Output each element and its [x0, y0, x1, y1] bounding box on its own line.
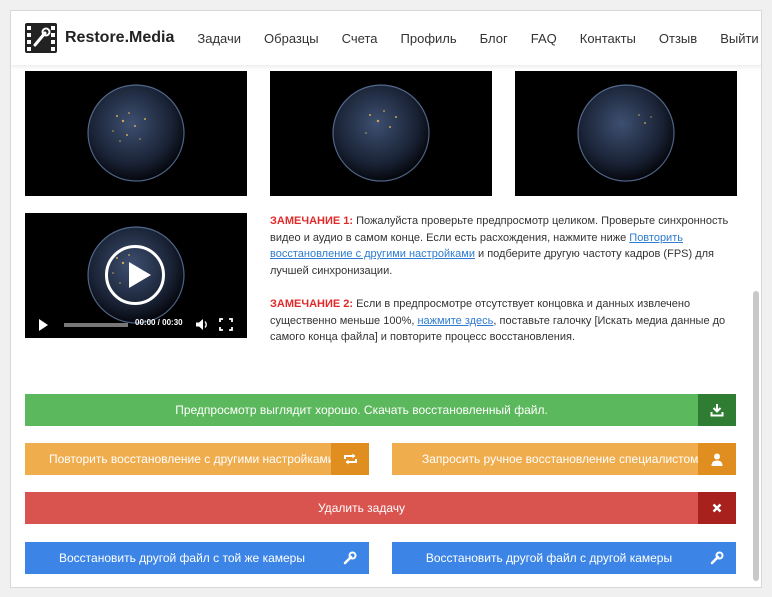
- note-1-label: ЗАМЕЧАНИЕ 1:: [270, 215, 354, 227]
- volume-icon[interactable]: [195, 318, 209, 331]
- manual-recovery-button[interactable]: Запросить ручное восстановление специали…: [392, 443, 736, 475]
- download-icon: [698, 394, 736, 426]
- manual-recovery-button-label: Запросить ручное восстановление специали…: [422, 452, 698, 466]
- video-player[interactable]: 00:00 / 00:30: [25, 213, 247, 338]
- nav-item-blog[interactable]: Блог: [480, 31, 508, 46]
- wrench-icon: [331, 542, 369, 574]
- wrench-icon: [698, 542, 736, 574]
- retry-button-label: Повторить восстановление с другими настр…: [49, 452, 331, 466]
- nav-item-invoices[interactable]: Счета: [342, 31, 378, 46]
- nav-item-contacts[interactable]: Контакты: [580, 31, 636, 46]
- play-icon[interactable]: [105, 245, 165, 305]
- notes-block: ЗАМЕЧАНИЕ 1: Пожалуйста проверьте предпр…: [270, 213, 740, 363]
- preview-thumbnail-1[interactable]: [25, 71, 247, 196]
- close-icon: [698, 492, 736, 524]
- retry-button[interactable]: Повторить восстановление с другими настр…: [25, 443, 369, 475]
- other-camera-button[interactable]: Восстановить другой файл с другой камеры: [392, 542, 736, 574]
- video-time: 00:00 / 00:30: [135, 318, 183, 327]
- note-2-label: ЗАМЕЧАНИЕ 2:: [270, 298, 354, 310]
- brand-name: Restore.Media: [65, 29, 175, 46]
- click-here-link[interactable]: нажмите здесь: [417, 315, 493, 327]
- same-camera-button-label: Восстановить другой файл с той же камеры: [59, 551, 305, 565]
- nav-item-faq[interactable]: FAQ: [531, 31, 557, 46]
- scrollbar[interactable]: [753, 291, 759, 581]
- nav-item-feedback[interactable]: Отзыв: [659, 31, 697, 46]
- film-wrench-icon: [25, 23, 57, 53]
- download-button[interactable]: Предпросмотр выглядит хорошо. Скачать во…: [25, 394, 736, 426]
- download-button-label: Предпросмотр выглядит хорошо. Скачать во…: [175, 403, 548, 417]
- repeat-icon: [331, 443, 369, 475]
- main-nav: Задачи Образцы Счета Профиль Блог FAQ Ко…: [174, 31, 758, 46]
- delete-task-button-label: Удалить задачу: [318, 501, 405, 515]
- play-control-icon[interactable]: [39, 319, 48, 331]
- app-window: Restore.Media Задачи Образцы Счета Профи…: [10, 10, 762, 588]
- preview-thumbnail-3[interactable]: [515, 71, 737, 196]
- preview-thumbnail-2[interactable]: [270, 71, 492, 196]
- nav-item-profile[interactable]: Профиль: [401, 31, 457, 46]
- user-icon: [698, 443, 736, 475]
- nav-item-tasks[interactable]: Задачи: [197, 31, 241, 46]
- nav-item-samples[interactable]: Образцы: [264, 31, 319, 46]
- top-header: Restore.Media Задачи Образцы Счета Профи…: [11, 11, 761, 65]
- other-camera-button-label: Восстановить другой файл с другой камеры: [425, 551, 673, 565]
- nav-item-logout[interactable]: Выйти: [720, 31, 759, 46]
- same-camera-button[interactable]: Восстановить другой файл с той же камеры: [25, 542, 369, 574]
- note-1: ЗАМЕЧАНИЕ 1: Пожалуйста проверьте предпр…: [270, 213, 740, 279]
- delete-task-button[interactable]: Удалить задачу: [25, 492, 736, 524]
- video-controls: 00:00 / 00:30: [25, 310, 247, 338]
- note-2: ЗАМЕЧАНИЕ 2: Если в предпросмотре отсутс…: [270, 296, 740, 346]
- fullscreen-icon[interactable]: [219, 318, 233, 331]
- progress-track[interactable]: [64, 323, 128, 327]
- logo[interactable]: Restore.Media: [25, 23, 174, 53]
